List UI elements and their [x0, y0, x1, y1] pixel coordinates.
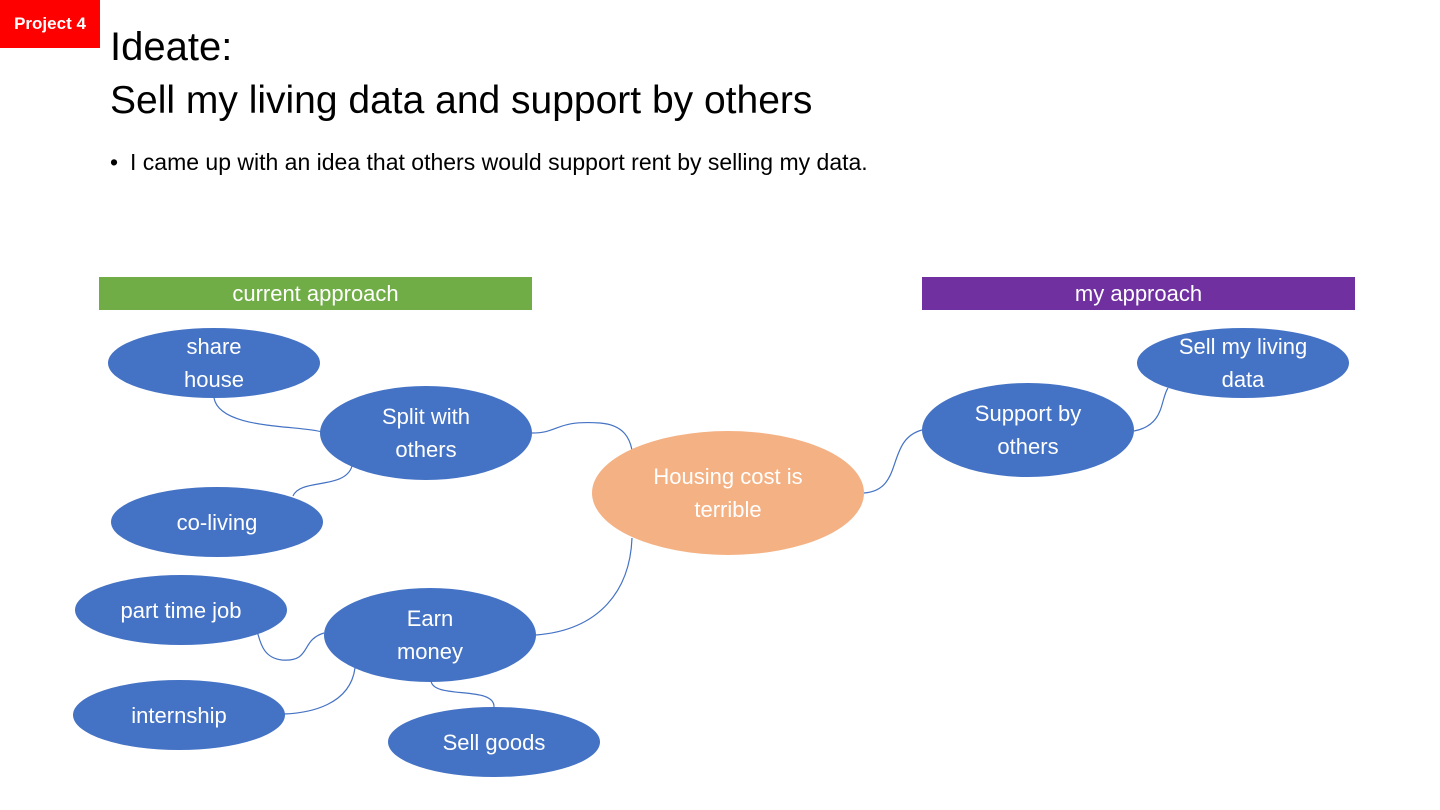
link-center-earn	[535, 537, 633, 636]
node-internship: internship	[73, 680, 285, 750]
node-share-house: share house	[108, 328, 320, 398]
link-support-selldata	[1133, 387, 1169, 432]
link-earn-parttime	[256, 630, 325, 661]
node-support-by-others: Support by others	[922, 383, 1134, 477]
node-earn-money: Earn money	[324, 588, 536, 682]
node-sell-my-living-data: Sell my living data	[1137, 328, 1349, 398]
link-center-support	[863, 429, 923, 494]
link-earn-internship	[283, 667, 356, 715]
link-split-center	[531, 421, 633, 451]
link-share-split	[213, 397, 323, 433]
node-co-living: co-living	[111, 487, 323, 557]
node-housing-cost: Housing cost is terrible	[592, 431, 864, 555]
link-earn-sellgoods	[430, 679, 495, 708]
node-split-with-others: Split with others	[320, 386, 532, 480]
node-sell-goods: Sell goods	[388, 707, 600, 777]
link-split-coliving	[292, 465, 353, 497]
node-part-time-job: part time job	[75, 575, 287, 645]
